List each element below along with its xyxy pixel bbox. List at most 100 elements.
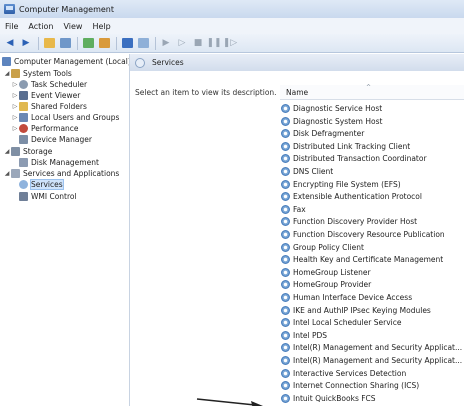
service-name: Intel PDS	[293, 330, 328, 340]
service-name: Encrypting File System (EFS)	[293, 179, 401, 189]
window-title: Computer Management	[19, 4, 115, 14]
service-name: Fax	[293, 204, 306, 214]
back-arrow-icon[interactable]: ◀	[3, 37, 17, 50]
service-row[interactable]: Encrypting File System (EFS)	[281, 179, 401, 190]
service-row[interactable]: Interactive Services Detection	[281, 368, 406, 379]
tree-item-system-tools[interactable]: ◢ System Tools	[4, 68, 72, 79]
service-name: Interactive Services Detection	[293, 368, 407, 378]
service-row[interactable]: HomeGroup Provider	[281, 279, 371, 290]
menu-help[interactable]: Help	[87, 22, 115, 31]
service-row[interactable]: Function Discovery Resource Publication	[281, 229, 445, 240]
stop-service-icon[interactable]: ■	[191, 37, 205, 50]
tree-item-disk-management[interactable]: Disk Management	[19, 157, 99, 168]
service-row[interactable]: IKE and AuthIP IPsec Keying Modules	[281, 305, 431, 316]
collapse-icon[interactable]: ◢	[4, 70, 10, 77]
service-row[interactable]: Diagnostic System Host	[281, 116, 382, 127]
computer-management-window: Computer Management File Action View Hel…	[0, 0, 464, 418]
tree-item-task-scheduler[interactable]: ▷ Task Scheduler	[12, 79, 87, 90]
tree-item-device-manager[interactable]: Device Manager	[19, 134, 92, 145]
description-text: Select an item to view its description.	[135, 88, 277, 97]
service-row[interactable]: Fax	[281, 204, 306, 215]
pause-service-icon[interactable]: ❚❚	[206, 37, 221, 50]
tree-item-label: Task Scheduler	[31, 80, 88, 89]
refresh-icon[interactable]	[81, 37, 95, 50]
service-row[interactable]: Intuit QuickBooks FCS	[281, 393, 376, 404]
pane-header: Services	[130, 54, 464, 71]
service-name: Group Policy Client	[293, 242, 364, 252]
service-name: Distributed Transaction Coordinator	[293, 154, 427, 164]
service-row[interactable]: Diagnostic Service Host	[281, 103, 382, 114]
service-row[interactable]: Health Key and Certificate Management	[281, 254, 443, 265]
start-service-icon[interactable]: ▶	[159, 37, 173, 50]
tree-item-performance[interactable]: ▷ Performance	[12, 123, 79, 134]
service-name: Human Interface Device Access	[293, 293, 413, 302]
collapse-icon[interactable]: ◢	[4, 148, 10, 155]
tree-item-label: Shared Folders	[31, 102, 87, 111]
collapse-icon[interactable]: ◢	[4, 170, 10, 177]
service-row[interactable]: Human Interface Device Access	[281, 292, 412, 303]
menu-action[interactable]: Action	[23, 22, 58, 31]
expand-icon[interactable]: ▷	[12, 114, 18, 121]
service-row[interactable]: Internet Connection Sharing (ICS)	[281, 380, 419, 391]
service-name: Disk Defragmenter	[293, 129, 365, 139]
service-name: Health Key and Certificate Management	[293, 255, 444, 265]
tree-item-storage[interactable]: ◢ Storage	[4, 146, 52, 157]
service-gear-icon	[281, 255, 290, 265]
tree-item-services-and-applications[interactable]: ◢ Services and Applications	[4, 168, 119, 179]
service-row[interactable]: Extensible Authentication Protocol	[281, 191, 422, 202]
expand-icon[interactable]: ▷	[12, 92, 18, 99]
service-row[interactable]: Distributed Link Tracking Client	[281, 141, 410, 152]
tree-item-label: System Tools	[23, 69, 72, 78]
service-name: Diagnostic System Host	[293, 116, 383, 126]
toolbar-divider	[116, 36, 117, 50]
tree-item-shared-folders[interactable]: ▷ Shared Folders	[12, 101, 87, 112]
service-name: Diagnostic Service Host	[293, 104, 383, 113]
service-row[interactable]: Disk Defragmenter	[281, 128, 364, 139]
service-gear-icon	[281, 356, 290, 365]
menu-view[interactable]: View	[58, 22, 87, 31]
help-icon[interactable]	[120, 37, 134, 50]
service-row[interactable]: Intel Local Scheduler Service	[281, 317, 401, 328]
service-name: IKE and AuthIP IPsec Keying Modules	[293, 305, 431, 315]
expand-icon[interactable]: ▷	[12, 125, 18, 132]
service-gear-icon	[281, 293, 290, 302]
show-hide-tree-icon[interactable]	[58, 37, 72, 50]
service-gear-icon	[281, 204, 290, 214]
tree-item-label: Disk Management	[31, 158, 99, 167]
properties-icon[interactable]	[136, 37, 150, 50]
tree-item-wmi-control[interactable]: WMI Control	[19, 191, 77, 202]
service-name: HomeGroup Provider	[293, 280, 372, 290]
storage-icon	[11, 147, 20, 156]
service-row[interactable]: Function Discovery Provider Host	[281, 216, 417, 227]
tree-item-event-viewer[interactable]: ▷ Event Viewer	[12, 90, 80, 101]
tree-item-label: Event Viewer	[31, 91, 81, 100]
service-row[interactable]: DNS Client	[281, 166, 333, 177]
pane-title: Services	[152, 58, 184, 67]
service-row[interactable]: Distributed Transaction Coordinator	[281, 153, 427, 164]
tree-item-root[interactable]: Computer Management (Local)	[2, 56, 130, 67]
menu-file[interactable]: File	[0, 22, 23, 31]
service-name: DNS Client	[293, 167, 334, 176]
up-folder-icon[interactable]	[42, 37, 56, 50]
service-row[interactable]: Group Policy Client	[281, 242, 364, 253]
tree-item-services[interactable]: Services	[19, 179, 64, 190]
forward-arrow-icon[interactable]: ▶	[19, 37, 33, 50]
expand-icon[interactable]: ▷	[12, 81, 18, 88]
services-pane: Services Select an item to view its desc…	[130, 54, 464, 418]
tree-item-label: Services	[30, 179, 64, 190]
export-list-icon[interactable]	[97, 37, 111, 50]
column-label: Name	[286, 88, 309, 97]
service-gear-icon	[281, 280, 290, 290]
service-row[interactable]: Intel(R) Management and Security Applica…	[281, 355, 462, 366]
expand-icon[interactable]: ▷	[12, 103, 18, 110]
service-gear-icon	[281, 343, 290, 353]
service-gear-icon	[281, 330, 290, 340]
start-service-alt-icon[interactable]: ▷	[175, 37, 189, 50]
service-row[interactable]: Intel PDS	[281, 330, 327, 341]
tree-item-label: Computer Management (Local)	[14, 57, 130, 66]
tree-item-local-users[interactable]: ▷ Local Users and Groups	[12, 112, 119, 123]
service-row[interactable]: HomeGroup Listener	[281, 267, 371, 278]
column-header-name[interactable]: Name ^	[280, 84, 464, 100]
service-row[interactable]: Intel(R) Management and Security Applica…	[281, 342, 462, 353]
restart-service-icon[interactable]: ❚▷	[223, 37, 237, 50]
